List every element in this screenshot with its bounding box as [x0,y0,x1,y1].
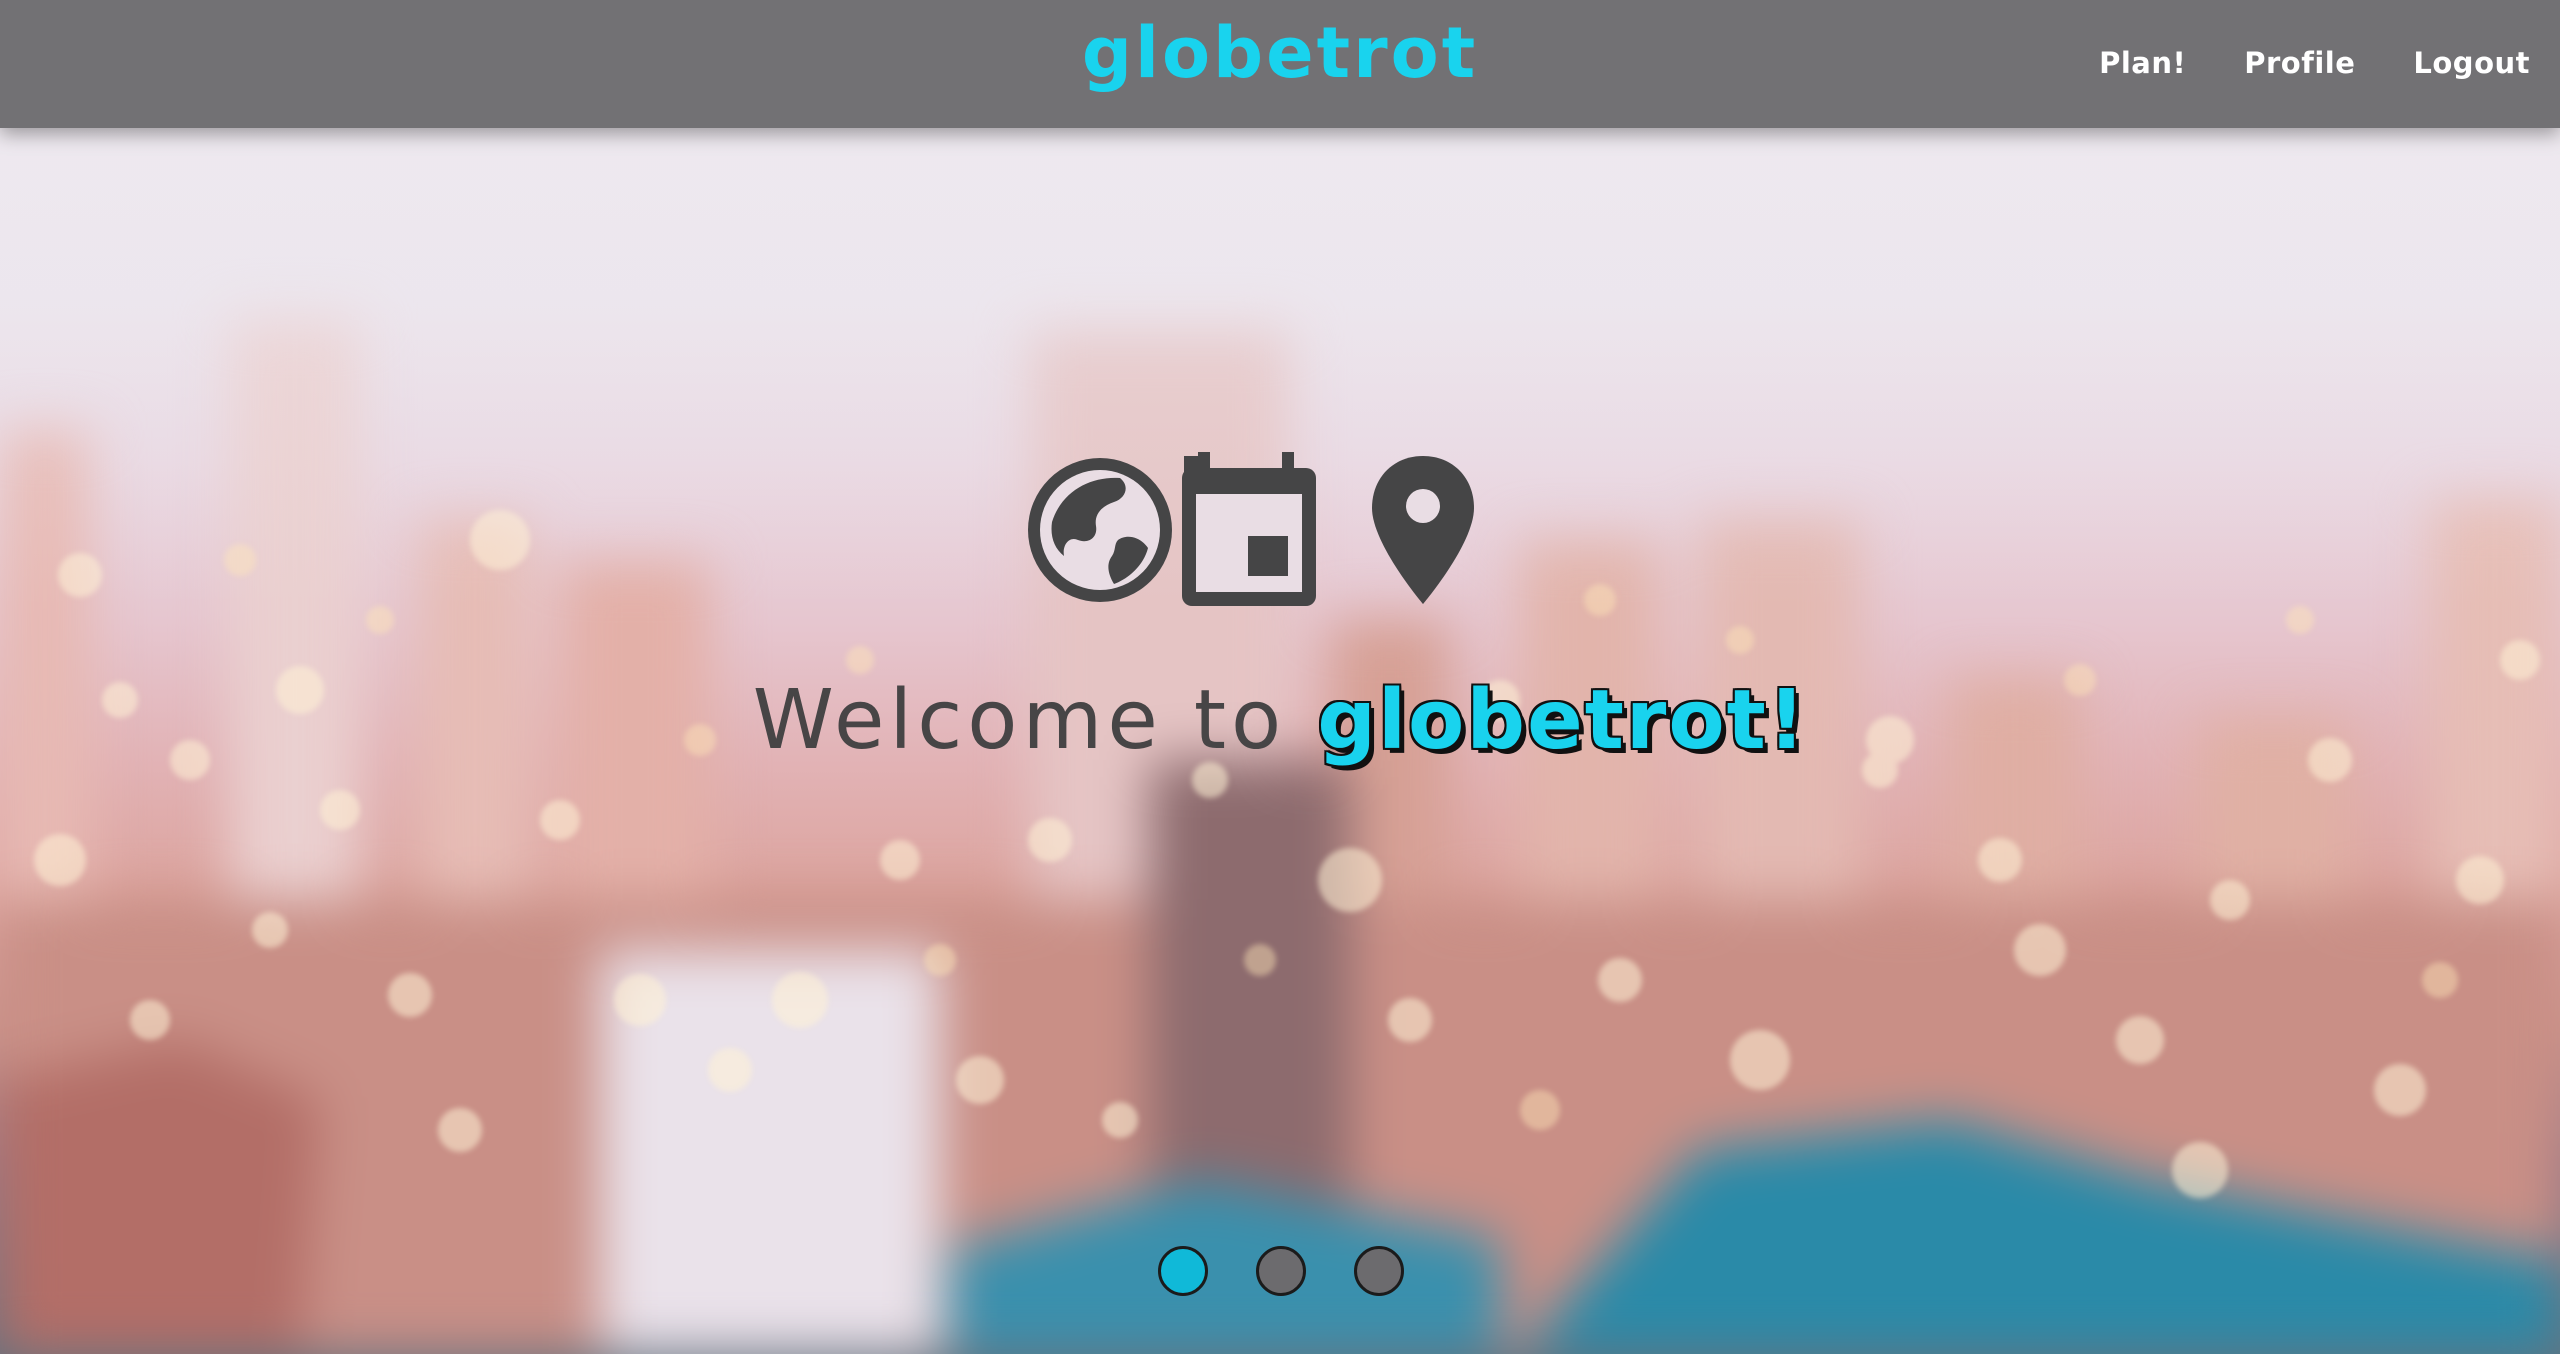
carousel-dot-1[interactable] [1158,1246,1208,1296]
welcome-heading: Welcome to globetrot! [0,680,2560,762]
nav-link-profile[interactable]: Profile [2244,46,2355,80]
nav-link-plan[interactable]: Plan! [2099,46,2186,80]
welcome-lead-text: Welcome to [752,673,1318,768]
hero-icons [1022,452,1478,608]
nav-link-logout[interactable]: Logout [2413,46,2530,80]
globe-icon [1028,458,1172,602]
top-navbar: globetrot Plan! Profile Logout [0,0,2560,128]
carousel-dot-3[interactable] [1354,1246,1404,1296]
carousel-dot-2[interactable] [1256,1246,1306,1296]
app-page: globetrot Plan! Profile Logout Welcome t… [0,0,2560,1354]
nav-links: Plan! Profile Logout [2099,46,2530,80]
welcome-brand-text: globetrot! [1317,673,1808,768]
carousel-indicators [1158,1246,1404,1296]
map-pin-icon [1372,456,1474,604]
calendar-icon [1182,452,1316,606]
